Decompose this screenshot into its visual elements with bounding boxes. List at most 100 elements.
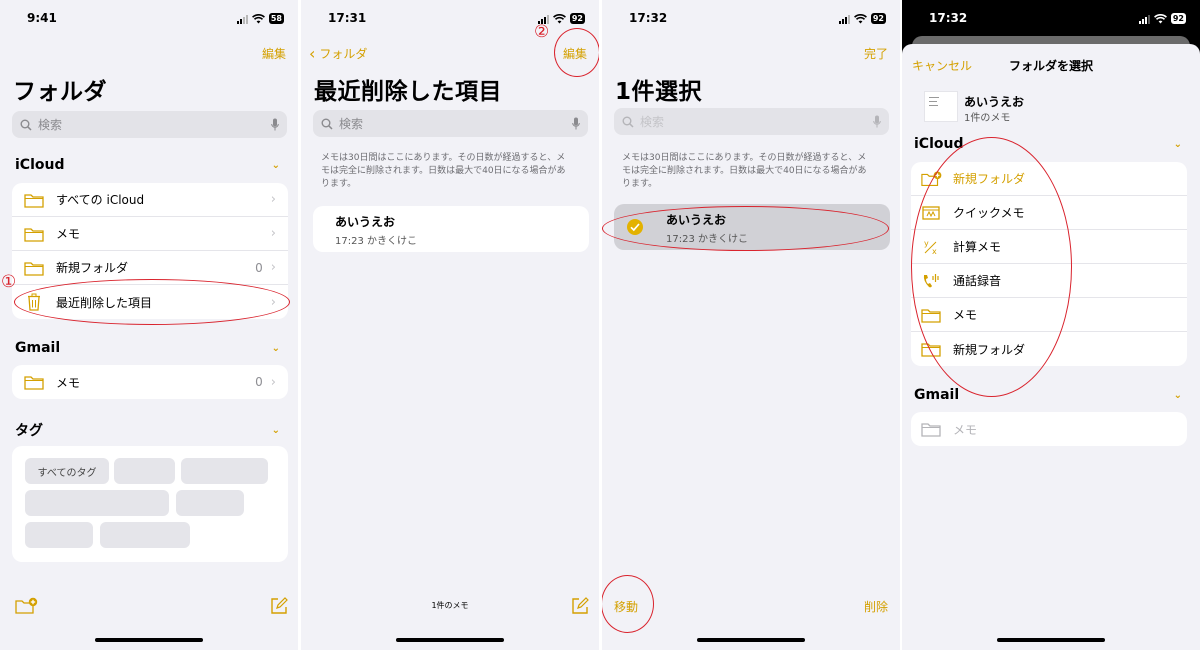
- microphone-icon[interactable]: [271, 118, 279, 131]
- folder-icon: [24, 192, 46, 208]
- done-button[interactable]: 完了: [864, 45, 888, 62]
- search-field[interactable]: 検索: [12, 111, 287, 138]
- annotation-number: ①: [1, 272, 17, 292]
- tag-chip[interactable]: [100, 522, 190, 548]
- note-meta: 17:23 かきくけこ: [335, 236, 417, 247]
- cellular-signal-icon: [236, 14, 248, 24]
- note-title: あいうえお: [964, 95, 1025, 109]
- folder-label: メモ: [953, 422, 978, 437]
- annotation-ring: [602, 575, 654, 633]
- screen-selection: 17:32 92 完了 1件選択 検索 メモは30日間はここにあります。その日数…: [602, 0, 900, 650]
- destination-row-disabled: メモ: [911, 412, 1187, 446]
- folder-label: すべての iCloud: [56, 193, 145, 207]
- status-time: 17:31: [328, 11, 367, 25]
- delete-button[interactable]: 削除: [864, 598, 888, 615]
- status-bar: 17:32 92: [602, 11, 900, 27]
- wifi-icon: [853, 13, 867, 23]
- gmail-folder-list: メモ: [911, 412, 1187, 446]
- status-time: 9:41: [27, 11, 57, 25]
- folder-row-gmail-notes[interactable]: メモ 0 ›: [12, 365, 288, 399]
- icloud-section-header[interactable]: iCloud ⌄: [914, 136, 1182, 152]
- page-title: 1件選択: [615, 79, 703, 105]
- compose-icon[interactable]: [270, 597, 288, 615]
- home-indicator: [396, 638, 504, 642]
- tag-chip[interactable]: [176, 490, 244, 516]
- search-icon: [321, 118, 333, 130]
- folder-label: 新規フォルダ: [56, 261, 129, 275]
- home-indicator: [95, 638, 203, 642]
- microphone-icon[interactable]: [873, 115, 881, 128]
- search-placeholder: 検索: [339, 117, 364, 131]
- chevron-down-icon[interactable]: ⌄: [272, 425, 280, 436]
- chevron-right-icon: ›: [270, 192, 276, 207]
- annotation-ring: [554, 28, 599, 77]
- annotation-ring: [911, 137, 1072, 397]
- tag-browser: すべてのタグ: [12, 446, 288, 562]
- cellular-signal-icon: [838, 14, 850, 24]
- search-placeholder: 検索: [38, 118, 63, 132]
- folder-count: 0: [255, 375, 263, 389]
- folder-icon: [24, 260, 46, 276]
- home-indicator: [997, 638, 1105, 642]
- search-field[interactable]: 検索: [614, 108, 889, 135]
- wifi-icon: [251, 13, 265, 23]
- battery-indicator: 92: [1170, 13, 1186, 24]
- compose-icon[interactable]: [571, 597, 589, 615]
- new-folder-icon[interactable]: [15, 597, 39, 615]
- status-time: 17:32: [629, 11, 668, 25]
- note-thumbnail: [924, 91, 958, 122]
- status-time: 17:32: [929, 11, 968, 25]
- battery-indicator: 58: [268, 13, 284, 24]
- retention-info: メモは30日間はここにあります。その日数が経過すると、メモは完全に削除されます。…: [622, 153, 867, 190]
- icloud-section-header[interactable]: iCloud ⌄: [15, 157, 280, 173]
- chevron-right-icon: ›: [270, 374, 276, 390]
- chevron-down-icon[interactable]: ⌄: [1174, 139, 1182, 150]
- chevron-down-icon[interactable]: ⌄: [272, 160, 280, 171]
- microphone-icon[interactable]: [572, 117, 580, 130]
- battery-indicator: 92: [569, 13, 585, 24]
- chevron-down-icon[interactable]: ⌄: [272, 343, 280, 354]
- gmail-folder-list: メモ 0 ›: [12, 365, 288, 399]
- back-label: フォルダ: [319, 47, 368, 61]
- folder-label: メモ: [56, 227, 81, 241]
- section-title: タグ: [15, 423, 43, 439]
- screen-recently-deleted: 17:31 92 ‹ フォルダ 編集 最近削除した項目 検索 メモは30日間はこ…: [301, 0, 599, 650]
- folder-icon: [24, 226, 46, 242]
- section-title: Gmail: [914, 387, 960, 403]
- search-field[interactable]: 検索: [313, 110, 588, 137]
- folder-icon: [24, 374, 46, 390]
- tag-chip[interactable]: [114, 458, 175, 484]
- wifi-icon: [552, 13, 566, 23]
- edit-button[interactable]: 編集: [262, 45, 286, 62]
- status-bar: 17:31 92: [301, 11, 599, 27]
- search-icon: [20, 119, 32, 131]
- folder-picker-sheet: キャンセル フォルダを選択 あいうえお 1件のメモ iCloud ⌄ 新規フォル…: [902, 44, 1200, 650]
- folder-row-all-icloud[interactable]: すべての iCloud ›: [12, 183, 288, 217]
- section-title: iCloud: [15, 157, 65, 173]
- gmail-section-header[interactable]: Gmail ⌄: [914, 387, 1182, 403]
- chevron-down-icon[interactable]: ⌄: [1174, 390, 1182, 401]
- chevron-right-icon: ›: [270, 226, 276, 241]
- status-bar: 17:32 92: [902, 11, 1200, 27]
- tag-all[interactable]: すべてのタグ: [25, 458, 109, 484]
- tag-chip[interactable]: [181, 458, 268, 484]
- note-subtitle: 1件のメモ: [964, 113, 1011, 124]
- screen-folders: 9:41 58 編集 フォルダ 検索 iCloud ⌄ すべての iCloud …: [0, 0, 298, 650]
- annotation-number: ②: [534, 22, 550, 42]
- cellular-signal-icon: [1138, 14, 1150, 24]
- status-bar: 9:41 58: [0, 11, 298, 27]
- page-title: 最近削除した項目: [314, 79, 502, 105]
- note-row[interactable]: あいうえお 17:23 かきくけこ: [313, 206, 589, 252]
- tags-section-header[interactable]: タグ ⌄: [15, 420, 280, 440]
- folder-row-notes[interactable]: メモ ›: [12, 217, 288, 251]
- gmail-section-header[interactable]: Gmail ⌄: [15, 340, 280, 356]
- tag-chip[interactable]: [25, 522, 93, 548]
- section-title: Gmail: [15, 340, 61, 356]
- annotation-ring: [14, 279, 290, 325]
- chevron-left-icon: ‹: [309, 44, 316, 63]
- sheet-title: フォルダを選択: [1008, 59, 1093, 73]
- back-button[interactable]: ‹ フォルダ: [309, 44, 367, 63]
- tag-chip[interactable]: [25, 490, 169, 516]
- battery-indicator: 92: [870, 13, 886, 24]
- annotation-ring: [602, 206, 889, 251]
